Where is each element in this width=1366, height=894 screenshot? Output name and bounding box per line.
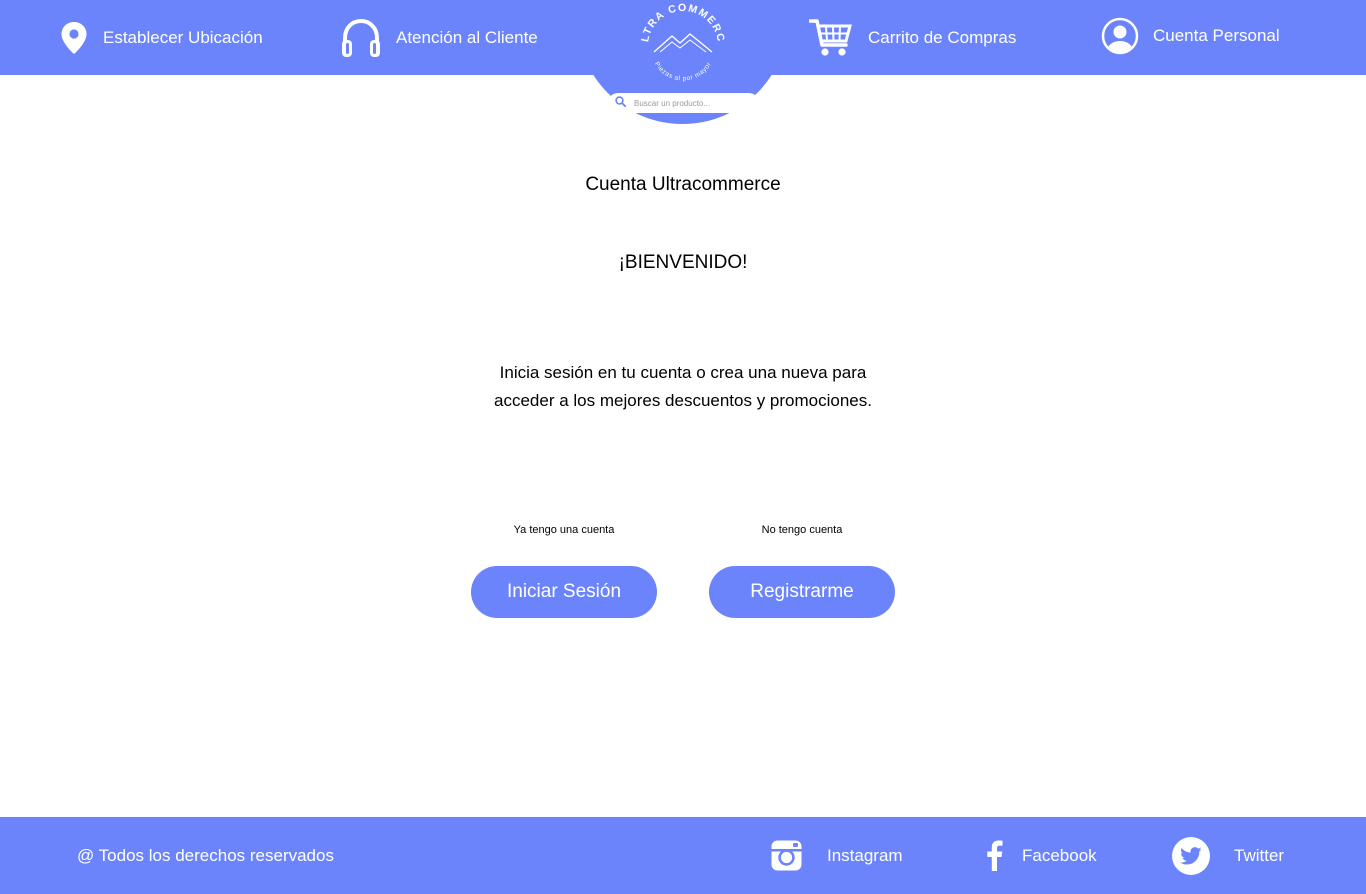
logo-bottom-text: Piezas al por mayor: [653, 61, 713, 83]
instagram-icon: [771, 840, 802, 871]
account-description: Inicia sesión en tu cuenta o crea una nu…: [494, 363, 872, 410]
copyright-text: @ Todos los derechos reservados: [77, 845, 334, 865]
ultra-commerce-logo[interactable]: ULTRA COMMERCE Piezas al por mayor: [633, 0, 728, 88]
product-search-bar[interactable]: [608, 93, 759, 113]
twitter-icon: [1172, 836, 1210, 875]
social-link-facebook[interactable]: Facebook: [985, 817, 1097, 894]
footer: @ Todos los derechos reservados Instagra…: [0, 817, 1366, 894]
user-avatar-icon: [1101, 17, 1139, 55]
search-icon[interactable]: [615, 94, 627, 112]
svg-text:ULTRA COMMERCE: ULTRA COMMERCE: [638, 2, 727, 44]
welcome-heading: ¡BIENVENIDO!: [618, 252, 748, 273]
login-caption: Ya tengo una cuenta: [513, 524, 615, 536]
logo-top-text: ULTRA COMMERCE: [633, 0, 725, 44]
register-caption: No tengo cuenta: [761, 524, 843, 536]
page-title: Cuenta Ultracommerce: [585, 174, 781, 195]
nav-personal-account-label: Cuenta Personal: [1153, 25, 1280, 45]
nav-shopping-cart[interactable]: Carrito de Compras: [809, 0, 1016, 75]
nav-personal-account[interactable]: Cuenta Personal: [1101, 0, 1280, 73]
login-button[interactable]: Iniciar Sesión: [471, 566, 657, 618]
social-label-facebook: Facebook: [1022, 845, 1097, 865]
nav-shopping-cart-label: Carrito de Compras: [868, 27, 1017, 47]
shopping-cart-icon: [809, 18, 852, 58]
social-label-twitter: Twitter: [1234, 845, 1285, 865]
nav-customer-support-label: Atención al Cliente: [396, 27, 538, 47]
social-label-instagram: Instagram: [827, 845, 903, 865]
search-input[interactable]: [634, 98, 744, 108]
nav-set-location[interactable]: Establecer Ubicación: [60, 0, 263, 75]
svg-text:Piezas al por mayor: Piezas al por mayor: [653, 61, 713, 83]
nav-customer-support[interactable]: Atención al Cliente: [340, 0, 538, 75]
register-button[interactable]: Registrarme: [709, 566, 895, 618]
facebook-icon: [985, 840, 1003, 871]
nav-set-location-label: Establecer Ubicación: [103, 27, 263, 47]
location-pin-icon: [60, 21, 88, 55]
social-link-instagram[interactable]: Instagram: [771, 817, 903, 894]
headphones-icon: [340, 18, 382, 58]
social-link-twitter[interactable]: Twitter: [1172, 817, 1284, 894]
